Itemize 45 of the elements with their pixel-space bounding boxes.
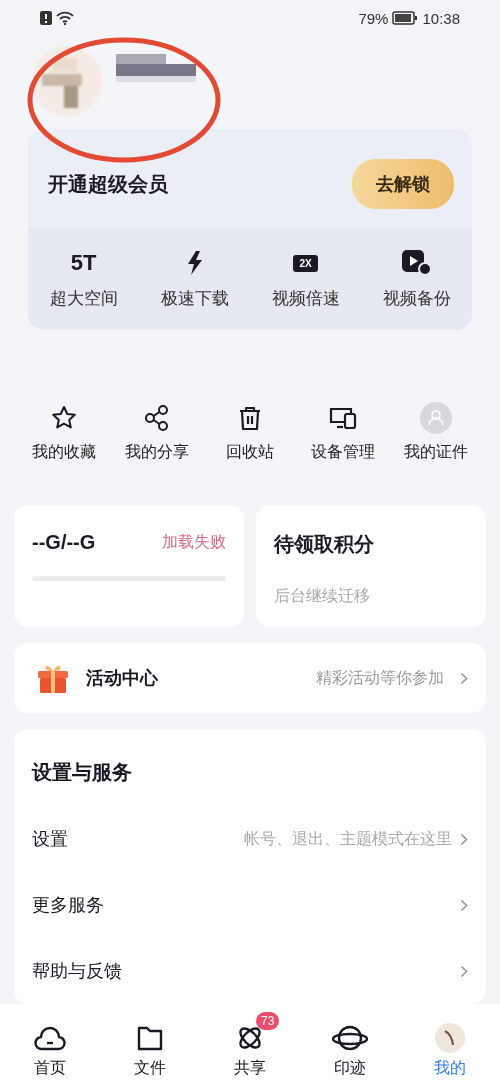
storage-perk-icon: 5T <box>70 250 97 276</box>
shortcut-label[interactable]: 设备管理 <box>310 442 375 463</box>
settings-row[interactable]: 更多服务 <box>32 872 468 938</box>
lightning-icon <box>186 251 203 275</box>
battery-icon <box>392 11 419 25</box>
notification-badge: 73 <box>256 1011 280 1030</box>
chevron-icon <box>460 964 468 978</box>
wifi-icon <box>56 11 74 25</box>
perk-label[interactable]: 视频倍速 <box>271 287 340 310</box>
points-subtitle: 后台继续迁移 <box>274 586 371 606</box>
perk-label[interactable]: 视频备份 <box>382 287 451 310</box>
avatar <box>435 1022 465 1053</box>
chevron-icon <box>460 671 468 685</box>
section-title: 设置与服务 <box>32 760 133 785</box>
settings-row[interactable]: 设置 帐号、退出、主题模式在这里 <box>32 806 468 872</box>
tab[interactable]: 文件 <box>110 1009 190 1079</box>
shortcut-label[interactable]: 我的收藏 <box>32 442 97 463</box>
activity-card[interactable]: 活动中心 精彩活动等你参加 <box>14 643 486 713</box>
tab[interactable]: 73 共享 <box>210 1009 290 1079</box>
points-card[interactable]: 待领取积分 后台继续迁移 <box>256 505 486 627</box>
speed-badge: 2X <box>293 254 318 272</box>
points-title: 待领取积分 <box>274 532 375 557</box>
video-backup-icon <box>401 250 432 276</box>
storage-card[interactable]: --G/--G 加载失败 <box>14 505 244 627</box>
perk-label[interactable]: 超大空间 <box>49 287 118 310</box>
load-error: 加载失败 <box>162 532 226 552</box>
shortcut-label[interactable]: 我的证件 <box>403 442 468 463</box>
storage-usage: --G/--G <box>32 531 96 554</box>
alert-icon <box>40 11 52 25</box>
tab[interactable]: 我的 <box>410 1009 490 1079</box>
clock: 10:38 <box>422 9 460 27</box>
tab[interactable]: 印迹 <box>310 1009 390 1079</box>
vip-title: 开通超级会员 <box>48 171 168 197</box>
perk-label[interactable]: 极速下载 <box>160 287 229 310</box>
activity-title: 活动中心 <box>86 667 159 690</box>
unlock-button[interactable]: 去解锁 <box>352 159 454 209</box>
activity-hint: 精彩活动等你参加 <box>316 667 444 688</box>
shortcut-label[interactable]: 我的分享 <box>125 442 190 463</box>
shortcut-label[interactable]: 回收站 <box>226 442 274 463</box>
tab[interactable]: 首页 <box>10 1009 90 1079</box>
battery-percent: 79% <box>358 9 389 27</box>
chevron-icon <box>460 832 468 846</box>
blurred-avatar[interactable] <box>32 45 102 116</box>
settings-row[interactable]: 帮助与反馈 <box>32 938 468 1004</box>
chevron-icon <box>460 898 468 912</box>
